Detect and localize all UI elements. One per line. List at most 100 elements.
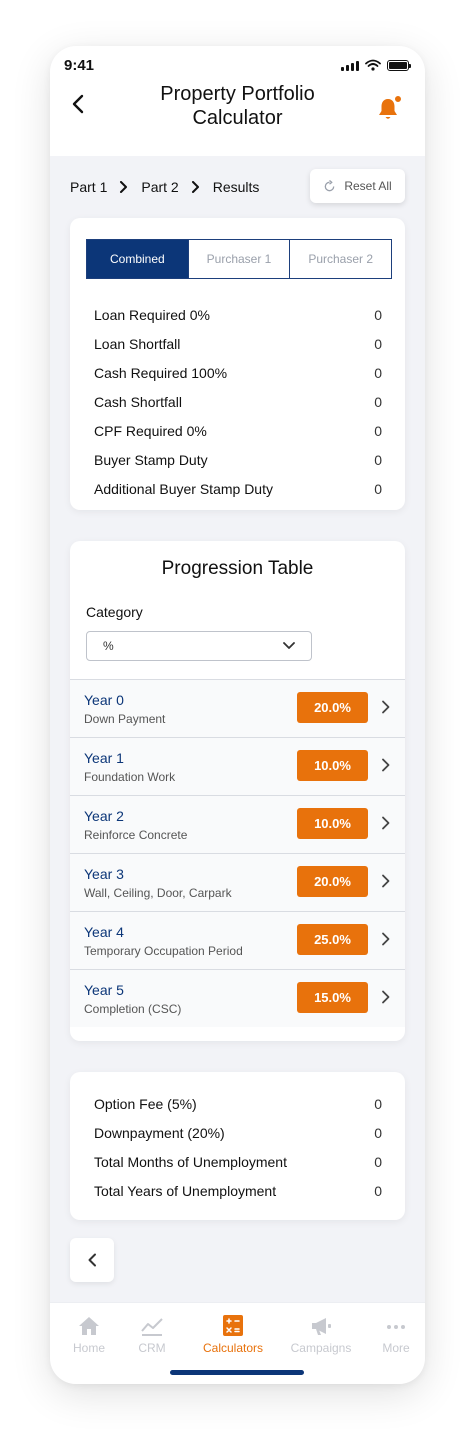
progression-row[interactable]: Year 3 Wall, Ceiling, Door, Carpark 20.0… <box>70 853 405 911</box>
result-label: CPF Required 0% <box>94 422 207 439</box>
page-title: Property Portfolio Calculator <box>120 82 355 130</box>
reset-all-button[interactable]: Reset All <box>310 169 405 203</box>
results-card: Combined Purchaser 1 Purchaser 2 Loan Re… <box>70 218 405 510</box>
result-label: Buyer Stamp Duty <box>94 451 208 468</box>
fee-label: Option Fee (5%) <box>94 1095 197 1112</box>
year-description: Completion (CSC) <box>84 1002 182 1016</box>
wifi-icon <box>365 59 381 71</box>
progression-row[interactable]: Year 4 Temporary Occupation Period 25.0% <box>70 911 405 969</box>
result-row-additional-stamp-duty: Additional Buyer Stamp Duty 0 <box>94 474 382 503</box>
tab-purchaser-2[interactable]: Purchaser 2 <box>289 240 391 278</box>
notification-bell-button[interactable] <box>375 95 402 122</box>
breadcrumb-part2[interactable]: Part 2 <box>141 179 178 195</box>
year-description: Temporary Occupation Period <box>84 944 243 958</box>
refresh-icon <box>324 179 335 191</box>
tabbar-item-home[interactable]: Home <box>54 1315 124 1355</box>
calculator-icon <box>223 1315 243 1336</box>
fee-value: 0 <box>374 1124 382 1141</box>
fees-card: Option Fee (5%) 0 Downpayment (20%) 0 Tota… <box>70 1072 405 1220</box>
home-icon <box>79 1317 99 1335</box>
chevron-left-icon <box>88 1253 96 1267</box>
result-value: 0 <box>374 422 382 439</box>
progression-row[interactable]: Year 5 Completion (CSC) 15.0% <box>70 969 405 1027</box>
percentage-badge: 25.0% <box>297 924 368 955</box>
status-time: 9:41 <box>64 57 95 74</box>
tabbar-item-campaigns[interactable]: Campaigns <box>286 1315 356 1355</box>
progression-row[interactable]: Year 2 Reinforce Concrete 10.0% <box>70 795 405 853</box>
tabbar-item-more[interactable]: More <box>361 1315 425 1355</box>
year-description: Wall, Ceiling, Door, Carpark <box>84 886 232 900</box>
result-row-cash-required: Cash Required 100% 0 <box>94 358 382 387</box>
result-label: Cash Required 100% <box>94 364 228 381</box>
year-name: Year 2 <box>84 808 124 824</box>
category-select-value: % <box>103 639 114 653</box>
result-row-buyer-stamp-duty: Buyer Stamp Duty 0 <box>94 445 382 474</box>
result-label: Loan Shortfall <box>94 335 181 352</box>
chevron-right-icon <box>382 874 390 888</box>
year-name: Year 0 <box>84 692 124 708</box>
result-label: Additional Buyer Stamp Duty <box>94 480 273 497</box>
result-value: 0 <box>374 393 382 410</box>
year-name: Year 3 <box>84 866 124 882</box>
breadcrumb: Part 1 Part 2 Results <box>70 179 259 195</box>
result-row-cpf-required: CPF Required 0% 0 <box>94 416 382 445</box>
chevron-right-icon <box>191 181 199 193</box>
fee-value: 0 <box>374 1182 382 1199</box>
phone-frame: 9:41 Property Portfolio Calculator Part … <box>50 46 425 1384</box>
result-label: Cash Shortfall <box>94 393 182 410</box>
result-row-loan-shortfall: Loan Shortfall 0 <box>94 329 382 358</box>
back-arrow-icon[interactable] <box>68 93 90 115</box>
percentage-badge: 10.0% <box>297 750 368 781</box>
progression-card: Progression Table Category % Year 0 Down… <box>70 541 405 1041</box>
megaphone-icon <box>312 1318 331 1335</box>
result-value: 0 <box>374 451 382 468</box>
breadcrumb-results[interactable]: Results <box>213 179 260 195</box>
chevron-right-icon <box>382 758 390 772</box>
chart-icon <box>141 1318 163 1336</box>
app-header: 9:41 Property Portfolio Calculator <box>50 46 425 156</box>
result-value: 0 <box>374 306 382 323</box>
tab-combined[interactable]: Combined <box>87 240 188 278</box>
reset-all-label: Reset All <box>344 179 392 193</box>
tabbar-item-crm[interactable]: CRM <box>117 1315 187 1355</box>
category-select[interactable]: % <box>86 631 312 661</box>
results-list: Loan Required 0% 0 Loan Shortfall 0 Cash R… <box>94 300 382 503</box>
tabbar-item-calculators[interactable]: Calculators <box>198 1315 268 1355</box>
fee-label: Downpayment (20%) <box>94 1124 225 1141</box>
previous-button[interactable] <box>70 1238 114 1282</box>
result-label: Loan Required 0% <box>94 306 210 323</box>
category-label: Category <box>86 604 143 620</box>
result-value: 0 <box>374 480 382 497</box>
result-value: 0 <box>374 335 382 352</box>
result-row-loan-required: Loan Required 0% 0 <box>94 300 382 329</box>
tabbar-label: Calculators <box>202 1341 264 1355</box>
chevron-down-icon <box>283 642 295 649</box>
fee-label: Total Months of Unemployment <box>94 1153 287 1170</box>
chevron-right-icon <box>382 816 390 830</box>
tabbar-label: More <box>382 1341 410 1355</box>
home-indicator <box>170 1370 304 1375</box>
fee-value: 0 <box>374 1095 382 1112</box>
chevron-right-icon <box>382 932 390 946</box>
year-description: Reinforce Concrete <box>84 828 188 842</box>
purchaser-tabs: Combined Purchaser 1 Purchaser 2 <box>86 239 392 279</box>
fee-row-months-unemployment: Total Months of Unemployment 0 <box>94 1147 382 1176</box>
fees-list: Option Fee (5%) 0 Downpayment (20%) 0 Tota… <box>94 1089 382 1205</box>
year-name: Year 4 <box>84 924 124 940</box>
progression-row[interactable]: Year 0 Down Payment 20.0% <box>70 679 405 737</box>
year-name: Year 1 <box>84 750 124 766</box>
percentage-badge: 15.0% <box>297 982 368 1013</box>
tab-purchaser-1[interactable]: Purchaser 1 <box>187 240 290 278</box>
progression-title: Progression Table <box>161 558 314 579</box>
progression-list: Year 0 Down Payment 20.0% Year 1 Foundat… <box>70 679 405 1027</box>
chevron-right-icon <box>120 181 128 193</box>
breadcrumb-part1[interactable]: Part 1 <box>70 179 107 195</box>
tabbar-label: Home <box>72 1341 105 1355</box>
fee-value: 0 <box>374 1153 382 1170</box>
progression-row[interactable]: Year 1 Foundation Work 10.0% <box>70 737 405 795</box>
page-title-line1: Property Portfolio <box>160 83 315 105</box>
result-row-cash-shortfall: Cash Shortfall 0 <box>94 387 382 416</box>
fee-row-option-fee: Option Fee (5%) 0 <box>94 1089 382 1118</box>
bottom-tab-bar: Home CRM Calculators Campaigns More <box>50 1302 425 1384</box>
percentage-badge: 20.0% <box>297 692 368 723</box>
